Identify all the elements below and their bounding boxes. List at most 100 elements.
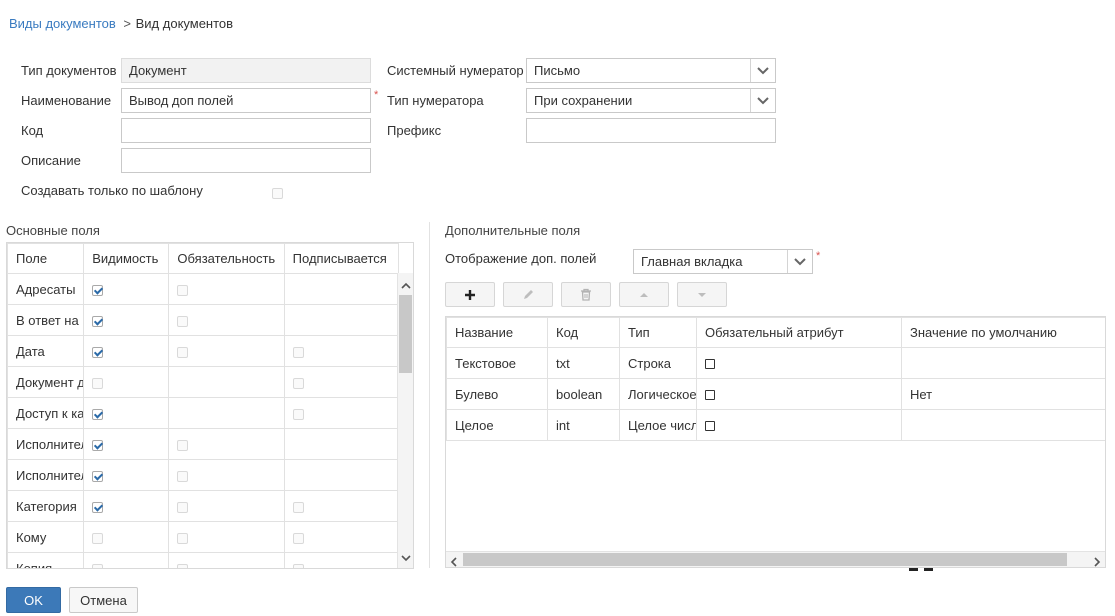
required-checkbox[interactable] (177, 501, 189, 513)
plus-icon (465, 289, 475, 300)
signed-checkbox[interactable] (292, 408, 304, 420)
signed-cell (283, 552, 400, 568)
column-header-type[interactable]: Тип (619, 317, 697, 348)
field-name-cell: Доступ к ка (7, 397, 85, 429)
scroll-down-icon[interactable] (401, 550, 411, 565)
extra-fields-h-scrollbar[interactable] (446, 551, 1105, 567)
visibility-checkbox[interactable] (92, 532, 104, 544)
column-header-required-attr[interactable]: Обязательный атрибут (696, 317, 902, 348)
main-fields-scrollbar[interactable] (397, 273, 413, 568)
extra-required-cell (696, 378, 902, 410)
chevron-down-icon[interactable] (750, 89, 775, 112)
table-row[interactable]: Дата (7, 335, 400, 367)
system-numerator-select[interactable]: Письмо (526, 58, 776, 83)
column-header-code[interactable]: Код (547, 317, 620, 348)
description-input[interactable] (121, 148, 371, 173)
signed-checkbox[interactable] (292, 501, 304, 513)
extra-required-cell (696, 409, 902, 441)
column-header-visibility[interactable]: Видимость (83, 243, 170, 274)
signed-checkbox[interactable] (292, 377, 304, 389)
visibility-checkbox[interactable] (92, 470, 104, 482)
edit-button[interactable] (503, 282, 553, 307)
required-checkbox[interactable] (177, 284, 189, 296)
table-row[interactable]: Доступ к ка (7, 397, 400, 429)
required-checkbox[interactable] (177, 563, 189, 568)
visibility-cell (83, 490, 170, 522)
extra-name-cell: Текстовое (446, 347, 548, 379)
ok-button[interactable]: OK (6, 587, 61, 613)
chevron-down-icon[interactable] (787, 250, 812, 273)
required-attr-checkbox[interactable] (705, 359, 715, 370)
move-down-button[interactable] (677, 282, 727, 307)
table-row[interactable]: Категория (7, 490, 400, 522)
column-header-name[interactable]: Название (446, 317, 548, 348)
signed-cell (283, 490, 400, 522)
add-button[interactable] (445, 282, 495, 307)
table-row[interactable]: Документ д (7, 366, 400, 398)
chevron-down-icon[interactable] (750, 59, 775, 82)
table-row[interactable]: Исполнител (7, 459, 400, 491)
field-name-cell: Дата (7, 335, 85, 367)
required-checkbox[interactable] (177, 346, 189, 358)
table-row[interactable]: Исполнител (7, 428, 400, 460)
resize-handle[interactable] (909, 568, 934, 571)
signed-checkbox[interactable] (292, 346, 304, 358)
system-numerator-label: Системный нумератор (387, 63, 524, 78)
column-header-default-value[interactable]: Значение по умолчанию (901, 317, 1105, 348)
extra-type-cell: Строка (619, 347, 697, 379)
visibility-checkbox[interactable] (92, 377, 104, 389)
required-cell (168, 397, 285, 429)
h-scrollbar-thumb[interactable] (463, 553, 1067, 566)
required-attr-checkbox[interactable] (705, 421, 715, 432)
scrollbar-thumb[interactable] (399, 295, 412, 373)
name-input[interactable]: Вывод доп полей (121, 88, 371, 113)
visibility-checkbox[interactable] (92, 408, 104, 420)
table-row[interactable]: Адресаты (7, 273, 400, 305)
required-checkbox[interactable] (177, 470, 189, 482)
visibility-checkbox[interactable] (92, 346, 104, 358)
delete-button[interactable] (561, 282, 611, 307)
prefix-input[interactable] (526, 118, 776, 143)
scroll-left-icon[interactable] (450, 555, 457, 567)
template-only-checkbox[interactable] (272, 188, 283, 200)
scroll-up-icon[interactable] (401, 277, 411, 292)
visibility-cell (83, 552, 170, 568)
visibility-checkbox[interactable] (92, 563, 104, 568)
scroll-right-icon[interactable] (1094, 555, 1101, 567)
visibility-checkbox[interactable] (92, 501, 104, 513)
visibility-checkbox[interactable] (92, 439, 104, 451)
extra-name-cell: Булево (446, 378, 548, 410)
field-name-cell: Копия (7, 552, 85, 568)
extra-display-label: Отображение доп. полей (445, 251, 597, 266)
column-header-signed[interactable]: Подписывается (283, 243, 400, 274)
signed-cell (283, 521, 400, 553)
table-row[interactable]: Целое int Целое числ (446, 409, 1105, 441)
numerator-type-select[interactable]: При сохранении (526, 88, 776, 113)
table-row[interactable]: В ответ на (7, 304, 400, 336)
extra-display-select[interactable]: Главная вкладка (633, 249, 813, 274)
code-input[interactable] (121, 118, 371, 143)
table-row[interactable]: Копия (7, 552, 400, 568)
move-up-button[interactable] (619, 282, 669, 307)
signed-checkbox[interactable] (292, 532, 304, 544)
breadcrumb-link-document-types[interactable]: Виды документов (9, 16, 116, 31)
visibility-cell (83, 459, 170, 491)
required-checkbox[interactable] (177, 532, 189, 544)
visibility-checkbox[interactable] (92, 315, 104, 327)
table-row[interactable]: Кому (7, 521, 400, 553)
required-checkbox[interactable] (177, 315, 189, 327)
numerator-type-label: Тип нумератора (387, 93, 484, 108)
visibility-checkbox[interactable] (92, 284, 104, 296)
column-header-required[interactable]: Обязательность (168, 243, 285, 274)
table-row[interactable]: Булево boolean Логическое Нет (446, 378, 1105, 410)
required-attr-checkbox[interactable] (705, 390, 715, 401)
signed-checkbox[interactable] (292, 563, 304, 568)
table-row[interactable]: Текстовое txt Строка (446, 347, 1105, 379)
signed-cell (283, 366, 400, 398)
extra-required-cell (696, 347, 902, 379)
extra-code-cell: int (547, 409, 620, 441)
column-header-field[interactable]: Поле (7, 243, 85, 274)
field-name-cell: Кому (7, 521, 85, 553)
cancel-button[interactable]: Отмена (69, 587, 138, 613)
required-checkbox[interactable] (177, 439, 189, 451)
